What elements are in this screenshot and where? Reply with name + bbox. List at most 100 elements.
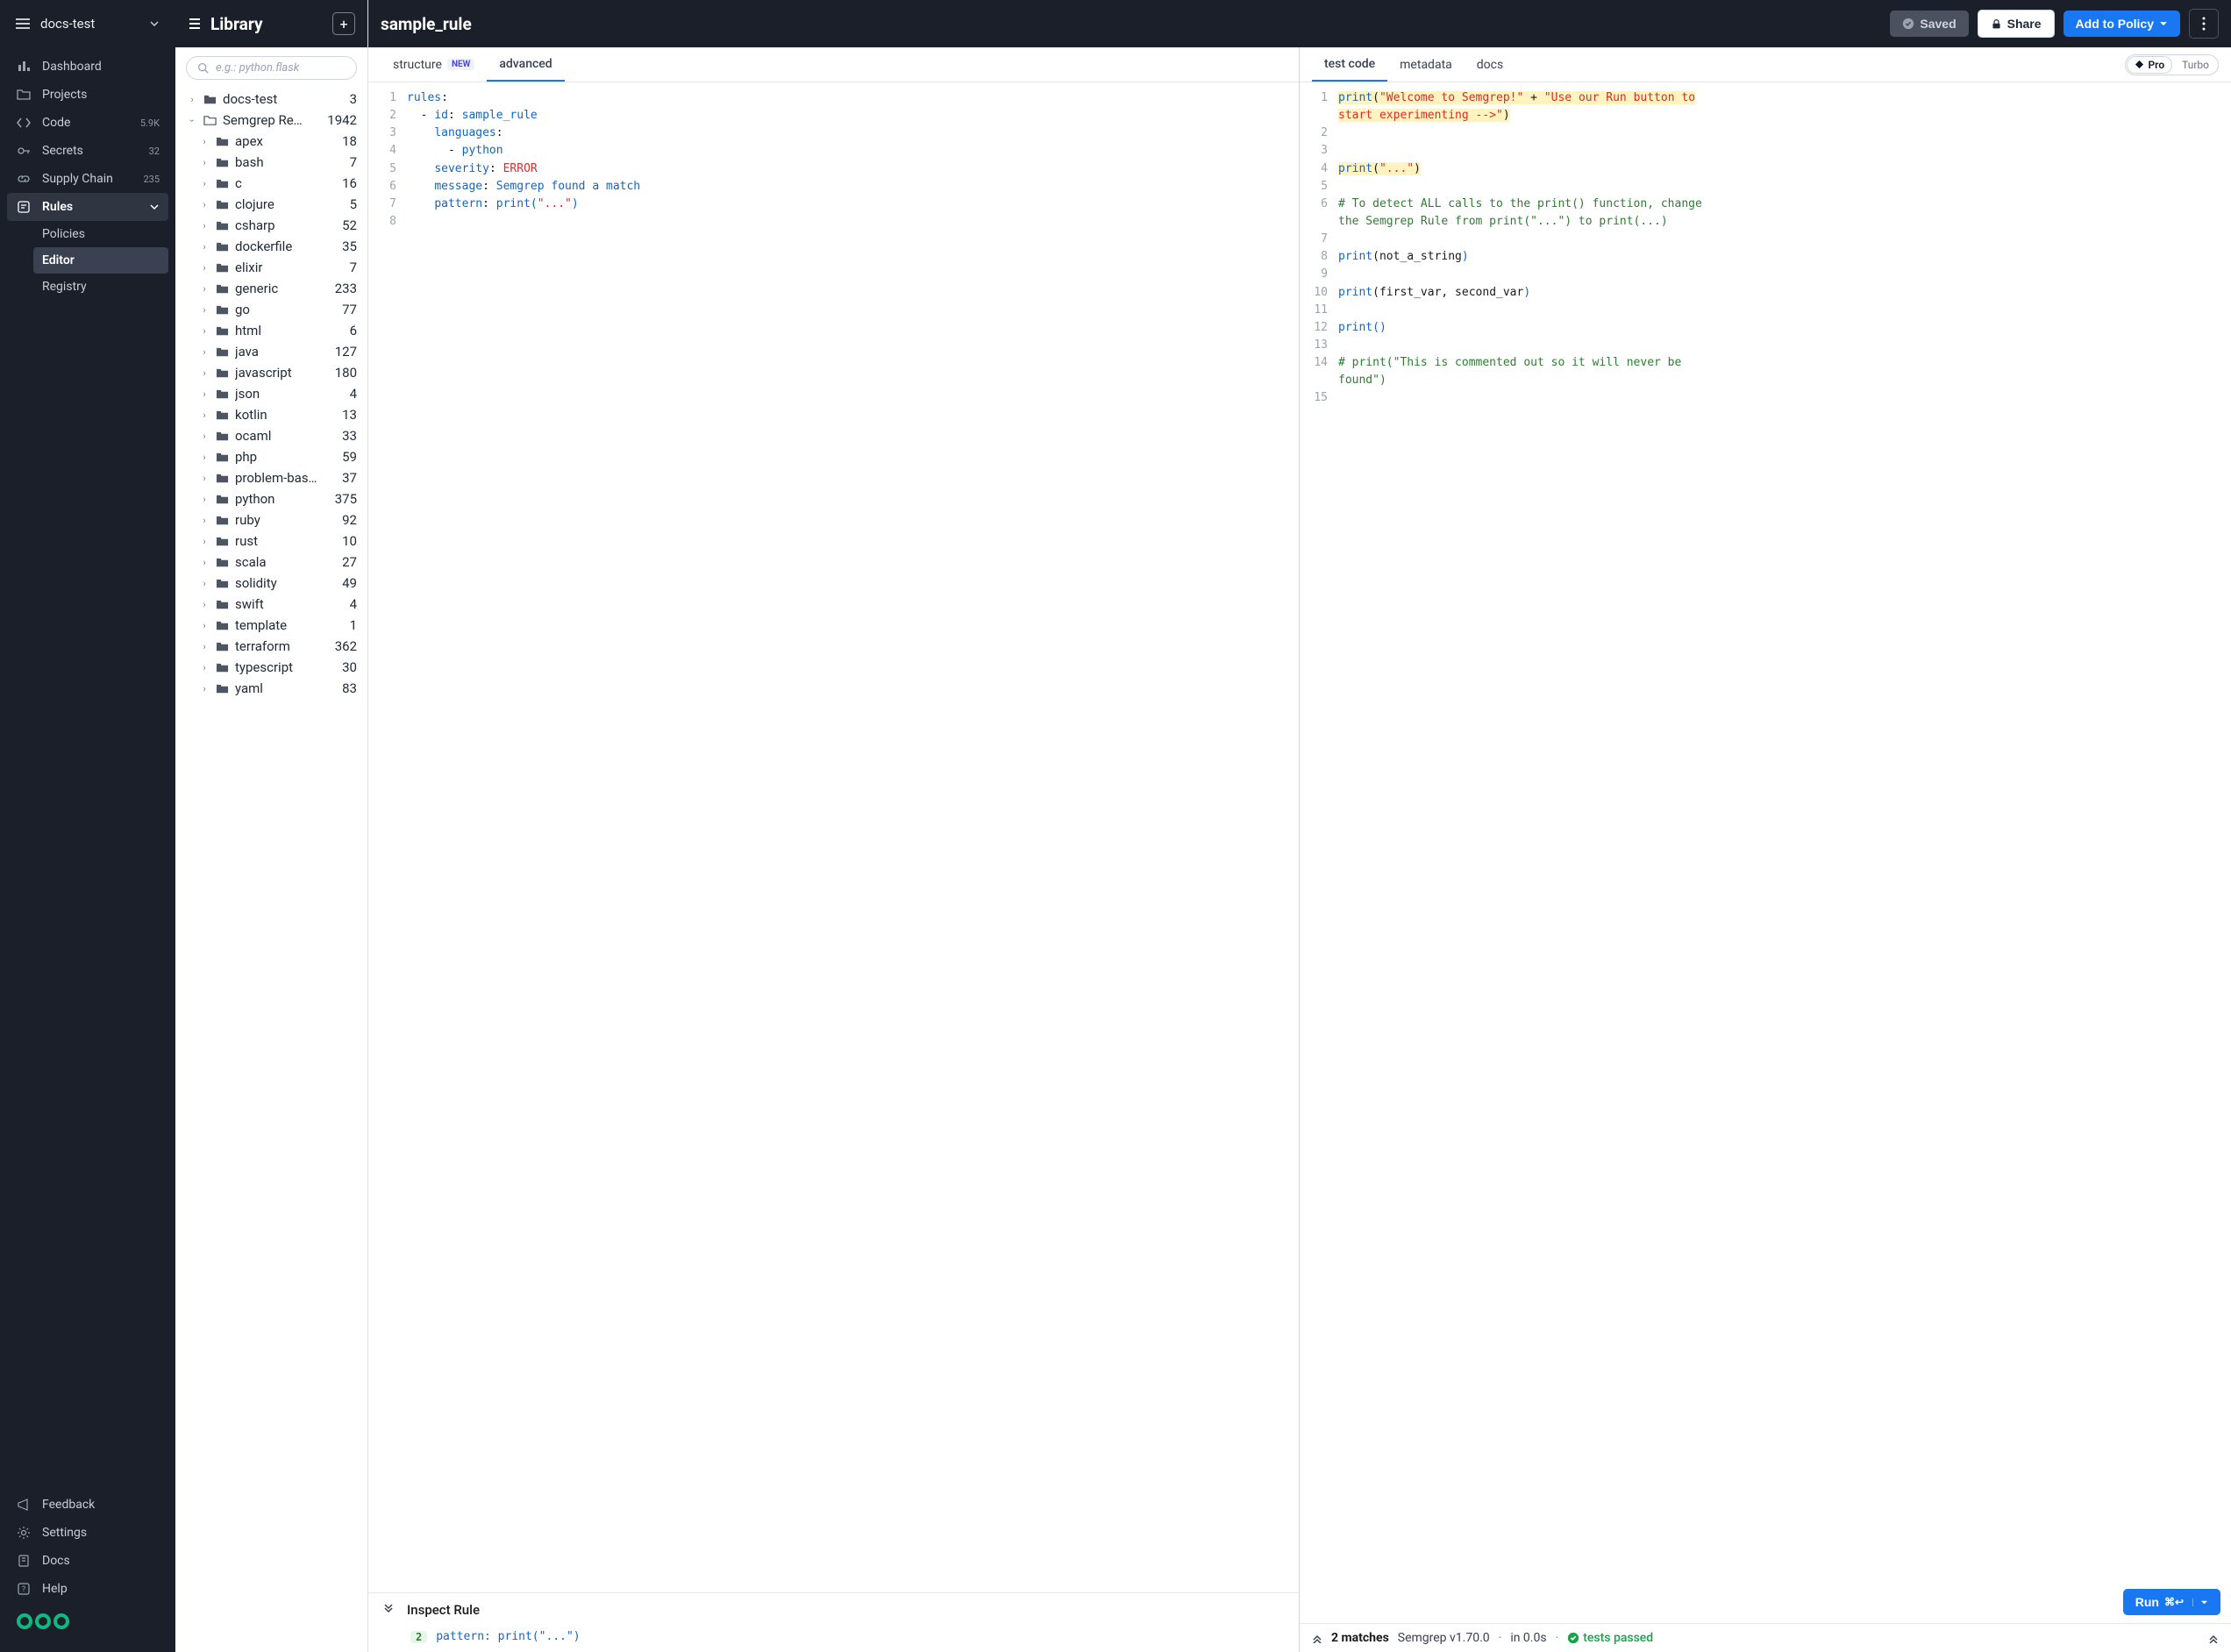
engine-pro[interactable]: Pro xyxy=(2128,57,2171,73)
tree-label: terraform xyxy=(235,638,330,654)
tree-folder[interactable]: ›csharp52 xyxy=(182,215,360,236)
nav-registry[interactable]: Registry xyxy=(33,274,175,300)
tree-count: 13 xyxy=(342,407,357,423)
tree-folder[interactable]: ›problem-bas…37 xyxy=(182,467,360,488)
nav-supply-chain[interactable]: Supply Chain 235 xyxy=(0,165,175,193)
chevron-down-icon[interactable] xyxy=(149,18,160,29)
tab-label: advanced xyxy=(499,57,552,71)
nav-settings[interactable]: Settings xyxy=(0,1519,175,1547)
folder-icon xyxy=(216,240,230,253)
engine-toggle[interactable]: Pro Turbo xyxy=(2125,54,2219,75)
nav-label: Registry xyxy=(42,280,87,294)
tree-folder[interactable]: ›ruby92 xyxy=(182,509,360,530)
tree-folder[interactable]: ›java127 xyxy=(182,341,360,362)
tree-folder[interactable]: ›clojure5 xyxy=(182,194,360,215)
nav-secrets[interactable]: Secrets 32 xyxy=(0,137,175,165)
tree-folder[interactable]: ›bash7 xyxy=(182,152,360,173)
tree-folder[interactable]: ›template1 xyxy=(182,615,360,636)
test-code-editor[interactable]: 1print("Welcome to Semgrep!" + "Use our … xyxy=(1300,82,2231,1623)
tree-folder[interactable]: ›elixir7 xyxy=(182,257,360,278)
tree-folder[interactable]: ›html6 xyxy=(182,320,360,341)
tree-folder[interactable]: ›yaml83 xyxy=(182,678,360,699)
share-button[interactable]: Share xyxy=(1978,10,2055,38)
brand-logo[interactable] xyxy=(0,1603,175,1640)
tree-folder[interactable]: ›php59 xyxy=(182,446,360,467)
tab-test-code[interactable]: test code xyxy=(1312,48,1387,82)
tab-advanced[interactable]: advanced xyxy=(487,48,564,82)
expand-icon[interactable] xyxy=(1312,1633,1322,1643)
tree-label: javascript xyxy=(235,365,330,381)
rules-icon xyxy=(16,200,32,214)
folder-icon xyxy=(216,156,230,169)
run-button[interactable]: Run ⌘↩ xyxy=(2123,1589,2220,1615)
nav-projects[interactable]: Projects xyxy=(0,81,175,109)
tree-label: generic xyxy=(235,281,330,296)
nav-feedback[interactable]: Feedback xyxy=(0,1491,175,1519)
nav-editor[interactable]: Editor xyxy=(33,247,168,274)
tree-folder[interactable]: ›kotlin13 xyxy=(182,404,360,425)
tree-label: java xyxy=(235,344,330,360)
tree-folder[interactable]: ›python375 xyxy=(182,488,360,509)
tree-folder[interactable]: ›go77 xyxy=(182,299,360,320)
caret-down-icon xyxy=(2159,19,2168,28)
rule-code-editor[interactable]: 1rules: 2 - id: sample_rule 3 languages:… xyxy=(368,82,1299,1592)
engine-turbo[interactable]: Turbo xyxy=(2175,57,2216,73)
tab-metadata[interactable]: metadata xyxy=(1387,49,1465,81)
menu-icon[interactable] xyxy=(16,18,30,29)
tree-folder[interactable]: ›terraform362 xyxy=(182,636,360,657)
org-name[interactable]: docs-test xyxy=(40,16,139,32)
tree-folder[interactable]: › docs-test 3 xyxy=(182,89,360,110)
chevron-down-icon xyxy=(149,202,160,212)
tree-folder[interactable]: ›ocaml33 xyxy=(182,425,360,446)
tree-label: docs-test xyxy=(223,91,345,107)
tree-folder[interactable]: ›swift4 xyxy=(182,594,360,615)
folder-open-icon xyxy=(203,114,217,127)
tree-count: 30 xyxy=(342,659,357,675)
tree-folder[interactable]: ›rust10 xyxy=(182,530,360,552)
search-input[interactable]: e.g.: python.flask xyxy=(186,56,357,80)
caret-right-icon: › xyxy=(198,199,210,210)
caret-right-icon: › xyxy=(198,599,210,610)
tree-count: 362 xyxy=(335,638,357,654)
caret-right-icon: › xyxy=(198,662,210,673)
editor-topbar: sample_rule Saved Share Add to Policy xyxy=(368,0,2231,47)
tree-folder[interactable]: ›typescript30 xyxy=(182,657,360,678)
megaphone-icon xyxy=(16,1498,32,1512)
caret-right-icon: › xyxy=(198,683,210,694)
expand-icon-right[interactable] xyxy=(2208,1633,2219,1643)
tree-folder[interactable]: ›c16 xyxy=(182,173,360,194)
tree-folder[interactable]: ›generic233 xyxy=(182,278,360,299)
rule-pane: structure NEW advanced 1rules: 2 - id: s… xyxy=(368,47,1300,1652)
tree-label: template xyxy=(235,617,345,633)
more-menu-button[interactable] xyxy=(2189,9,2219,39)
add-to-policy-button[interactable]: Add to Policy xyxy=(2063,11,2180,37)
tree-label: php xyxy=(235,449,337,465)
tree-count: 10 xyxy=(342,533,357,549)
folder-icon xyxy=(216,198,230,211)
nav-rules[interactable]: Rules xyxy=(7,193,168,221)
engine-label: Turbo xyxy=(2182,59,2209,71)
saved-button[interactable]: Saved xyxy=(1890,11,1968,37)
nav-docs[interactable]: Docs xyxy=(0,1547,175,1575)
nav-policies[interactable]: Policies xyxy=(33,221,175,247)
nav-dashboard[interactable]: Dashboard xyxy=(0,53,175,81)
caret-right-icon: › xyxy=(198,409,210,421)
tree-count: 7 xyxy=(350,260,357,275)
help-icon: ? xyxy=(16,1582,32,1596)
tree-label: apex xyxy=(235,133,337,149)
tree-folder[interactable]: › Semgrep Re… 1942 xyxy=(182,110,360,131)
new-rule-button[interactable]: + xyxy=(332,12,355,35)
tree-folder[interactable]: ›solidity49 xyxy=(182,573,360,594)
tree-folder[interactable]: ›scala27 xyxy=(182,552,360,573)
nav-help[interactable]: ? Help xyxy=(0,1575,175,1603)
tree-folder[interactable]: ›json4 xyxy=(182,383,360,404)
tab-docs[interactable]: docs xyxy=(1465,49,1515,81)
nav-code[interactable]: Code 5.9K xyxy=(0,109,175,137)
tree-folder[interactable]: ›dockerfile35 xyxy=(182,236,360,257)
tab-structure[interactable]: structure NEW xyxy=(381,49,487,81)
tree-folder[interactable]: ›apex18 xyxy=(182,131,360,152)
tree-folder[interactable]: ›javascript180 xyxy=(182,362,360,383)
caret-right-icon: › xyxy=(198,157,210,168)
tree-count: 49 xyxy=(342,575,357,591)
inspect-rule-bar[interactable]: Inspect Rule xyxy=(368,1592,1299,1627)
